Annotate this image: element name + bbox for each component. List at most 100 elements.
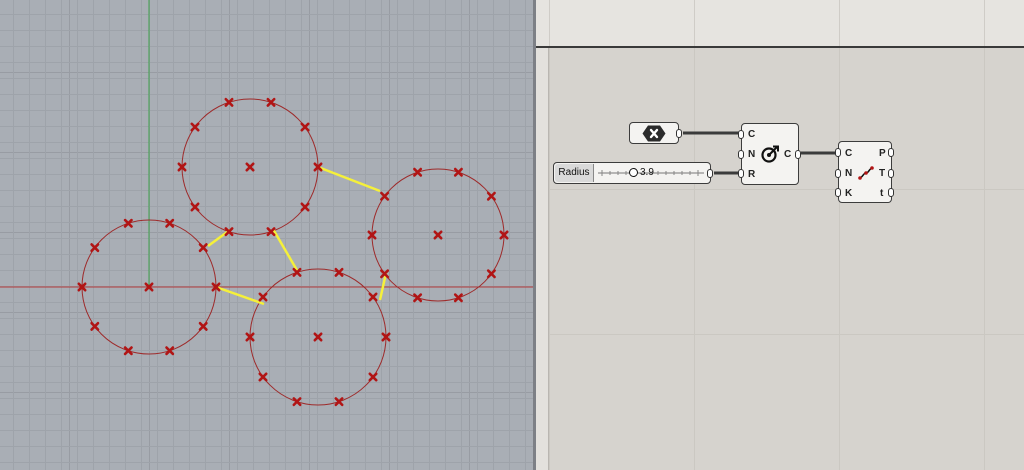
division-point-icon (368, 292, 378, 302)
x-cross-stroke (368, 292, 378, 302)
closest-link-line-1 (317, 165, 381, 193)
x-cross-stroke (334, 397, 344, 407)
division-point-icon (123, 346, 133, 356)
output-label-c: C (784, 149, 792, 160)
radius-number-slider[interactable]: Radius 3.9 (553, 162, 713, 184)
slider-knob[interactable] (629, 168, 638, 177)
x-cross-stroke (198, 321, 208, 331)
x-cross-stroke (123, 218, 133, 228)
closest-link-line-4 (215, 285, 265, 306)
x-cross-stroke (90, 321, 100, 331)
x-cross-stroke (258, 372, 268, 382)
x-cross-stroke (292, 397, 302, 407)
x-cross-stroke (300, 202, 310, 212)
circle-cnr-icon (761, 145, 779, 163)
division-point-icon (90, 321, 100, 331)
input-grip-c[interactable] (738, 130, 744, 139)
x-cross-stroke (313, 332, 323, 342)
input-label-n: N (845, 168, 853, 179)
x-cross-stroke (334, 267, 344, 277)
hexagon-geometry-icon (642, 125, 666, 142)
division-point-icon (486, 191, 496, 201)
wires-layer (683, 131, 838, 175)
input-grip-n[interactable] (738, 150, 744, 159)
output-grip-t-upper[interactable] (888, 169, 894, 178)
division-point-icon (198, 243, 208, 253)
x-cross-stroke (486, 269, 496, 279)
slider-output-grip[interactable] (707, 169, 713, 178)
output-grip-p[interactable] (888, 148, 894, 157)
x-cross-stroke (486, 191, 496, 201)
x-cross-stroke (190, 202, 200, 212)
input-grip-c[interactable] (835, 148, 841, 157)
division-point-icon (224, 97, 234, 107)
circle-cnr-component[interactable]: C N R C (738, 123, 801, 185)
x-cross-stroke (453, 293, 463, 303)
x-cross-stroke (198, 243, 208, 253)
closest-link-line-2 (271, 228, 300, 273)
input-label-r: R (748, 169, 756, 180)
division-point-icon (453, 167, 463, 177)
division-point-icon (292, 397, 302, 407)
x-cross-stroke (413, 167, 423, 177)
division-point-icon (123, 218, 133, 228)
x-cross-stroke (368, 372, 378, 382)
x-cross-stroke (266, 97, 276, 107)
x-cross-stroke (258, 292, 268, 302)
input-label-n: N (748, 149, 756, 160)
division-point-icon (198, 321, 208, 331)
x-cross-stroke (245, 162, 255, 172)
grasshopper-canvas[interactable]: Radius 3.9 C N R C C N K P T t (536, 0, 1024, 470)
input-label-c: C (845, 148, 853, 159)
rhino-viewport[interactable] (0, 0, 533, 470)
x-cross-stroke (453, 167, 463, 177)
input-grip-n[interactable] (835, 169, 841, 178)
output-grip-c[interactable] (795, 150, 801, 159)
slider-name-label: Radius (555, 164, 594, 182)
division-point-icon (190, 202, 200, 212)
x-cross-stroke (90, 243, 100, 253)
output-grip-t-lower[interactable] (888, 188, 894, 197)
output-label-t-upper: T (879, 168, 886, 179)
slider-value: 3.9 (640, 167, 654, 178)
x-cross-stroke (413, 293, 423, 303)
division-point-icon (413, 293, 423, 303)
x-cross-stroke (300, 122, 310, 132)
division-point-icon (90, 243, 100, 253)
param-output-grip[interactable] (676, 129, 682, 138)
division-point-icon (453, 293, 463, 303)
curve-points-component[interactable]: C N K P T t (835, 141, 894, 203)
circle-center-point-icon (313, 332, 323, 342)
x-cross-stroke (165, 346, 175, 356)
input-grip-k[interactable] (835, 188, 841, 197)
geometry-param-component[interactable] (629, 122, 682, 144)
x-cross-stroke (165, 218, 175, 228)
division-point-icon (266, 97, 276, 107)
x-cross-stroke (380, 191, 390, 201)
division-point-icon (334, 267, 344, 277)
division-point-icon (190, 122, 200, 132)
division-point-icon (368, 372, 378, 382)
input-label-k: K (845, 188, 853, 199)
division-point-icon (334, 397, 344, 407)
viewport-geometry (0, 0, 533, 407)
division-point-icon (300, 202, 310, 212)
division-point-icon (380, 191, 390, 201)
output-label-p: P (879, 148, 886, 159)
division-point-icon (165, 218, 175, 228)
input-label-c: C (748, 129, 756, 140)
division-point-icon (413, 167, 423, 177)
x-cross-stroke (433, 230, 443, 240)
division-point-icon (486, 269, 496, 279)
output-label-t-lower: t (880, 188, 884, 199)
x-cross-stroke (123, 346, 133, 356)
x-cross-stroke (224, 97, 234, 107)
circle-center-point-icon (245, 162, 255, 172)
division-point-icon (300, 122, 310, 132)
division-point-icon (258, 292, 268, 302)
x-cross-stroke (190, 122, 200, 132)
division-point-icon (165, 346, 175, 356)
circle-center-point-icon (433, 230, 443, 240)
division-point-icon (258, 372, 268, 382)
input-grip-r[interactable] (738, 169, 744, 178)
